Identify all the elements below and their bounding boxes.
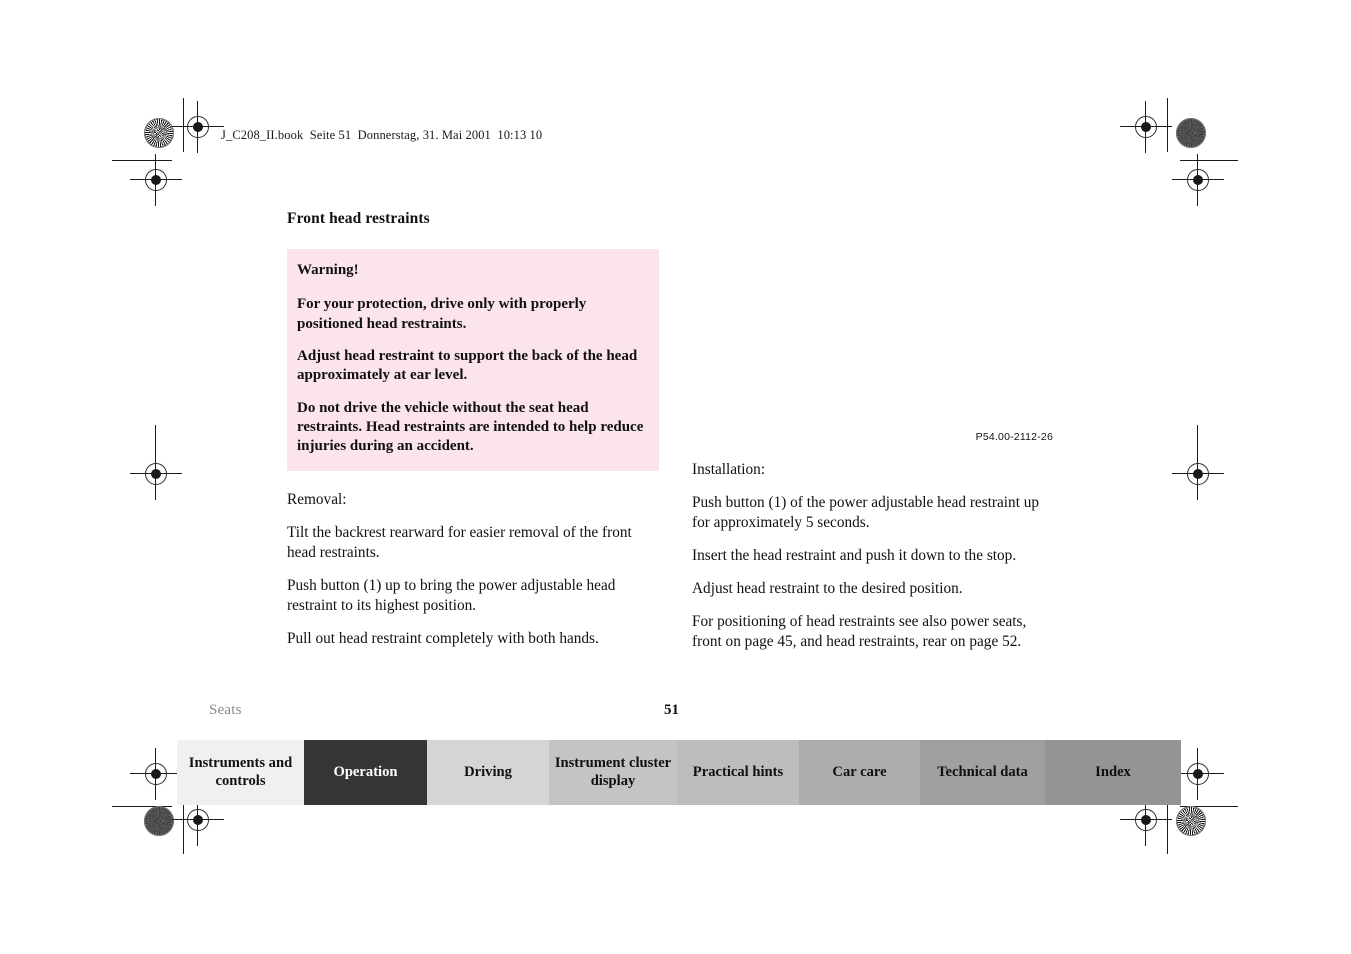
footer-chapter-label: Seats xyxy=(209,702,242,718)
tab-label: Instrument cluster display xyxy=(554,755,672,789)
tab-label: Driving xyxy=(464,763,512,780)
installation-step-3: Adjust head restraint to the desired pos… xyxy=(692,580,963,598)
star-target-top-right xyxy=(1176,118,1206,148)
tab-practical-hints[interactable]: Practical hints xyxy=(677,740,799,805)
warning-paragraph-2: Adjust head restraint to support the bac… xyxy=(297,348,638,384)
removal-step-3: Pull out head restraint completely with … xyxy=(287,629,599,647)
installation-cross-reference: For positioning of head restraints see a… xyxy=(692,613,1027,651)
registration-crosshair-top-right-inner xyxy=(1120,101,1172,153)
warning-title: Warning! xyxy=(297,262,359,278)
warning-paragraph-1: For your protection, drive only with pro… xyxy=(297,296,587,332)
removal-step-2: Push button (1) up to bring the power ad… xyxy=(287,576,616,614)
tab-car-care[interactable]: Car care xyxy=(799,740,920,805)
warning-paragraph-3: Do not drive the vehicle without the sea… xyxy=(297,399,644,455)
tab-label: Technical data xyxy=(937,763,1028,780)
registration-crosshair-right-bottom xyxy=(1172,748,1224,800)
warning-box: Warning! For your protection, drive only… xyxy=(287,249,659,471)
trim-line-left-middle xyxy=(155,425,157,483)
star-target-top-left xyxy=(144,118,174,148)
manual-page: J_C208_II.book Seite 51 Donnerstag, 31. … xyxy=(0,0,1351,954)
figure-caption: P54.00-2112-26 xyxy=(970,430,1057,445)
chapter-tab-bar: Instruments and controls Operation Drivi… xyxy=(177,740,1181,805)
tab-instruments-and-controls[interactable]: Instruments and controls xyxy=(177,740,304,805)
right-column: Installation: Push button (1) of the pow… xyxy=(692,460,1058,652)
trim-line-right-middle xyxy=(1197,425,1199,483)
tab-operation[interactable]: Operation xyxy=(304,740,427,805)
tab-label: Instruments and controls xyxy=(188,755,293,789)
tab-driving[interactable]: Driving xyxy=(427,740,549,805)
page-title: Front head restraints xyxy=(287,210,430,227)
installation-heading: Installation: xyxy=(692,461,766,478)
page-number: 51 xyxy=(664,702,679,718)
installation-instructions: Installation: Push button (1) of the pow… xyxy=(692,460,1058,652)
tab-label: Practical hints xyxy=(692,763,784,780)
tab-technical-data[interactable]: Technical data xyxy=(920,740,1045,805)
registration-crosshair-left-bottom xyxy=(130,748,182,800)
installation-step-2: Insert the head restraint and push it do… xyxy=(692,547,1017,565)
installation-step-1: Push button (1) of the power adjustable … xyxy=(692,494,1040,532)
registration-crosshair-right-top xyxy=(1172,154,1224,206)
tab-label: Car care xyxy=(832,763,887,780)
tab-label: Operation xyxy=(333,763,398,780)
tab-index[interactable]: Index xyxy=(1045,740,1181,805)
removal-instructions: Removal: Tilt the backrest rearward for … xyxy=(287,490,659,649)
tab-label: Index xyxy=(1095,763,1131,780)
star-target-bottom-left xyxy=(144,806,174,836)
left-column: Front head restraints Warning! For your … xyxy=(287,210,659,649)
removal-heading: Removal: xyxy=(287,490,347,508)
registration-crosshair-left-top xyxy=(130,154,182,206)
tab-instrument-cluster-display[interactable]: Instrument cluster display xyxy=(549,740,677,805)
star-target-bottom-right xyxy=(1176,806,1206,836)
registration-crosshair-top-left-inner xyxy=(172,101,224,153)
page-header-slug: J_C208_II.book Seite 51 Donnerstag, 31. … xyxy=(221,128,543,142)
removal-step-1: Tilt the backrest rearward for easier re… xyxy=(287,523,632,561)
figure-container: 3 2 1 xyxy=(692,217,1057,445)
